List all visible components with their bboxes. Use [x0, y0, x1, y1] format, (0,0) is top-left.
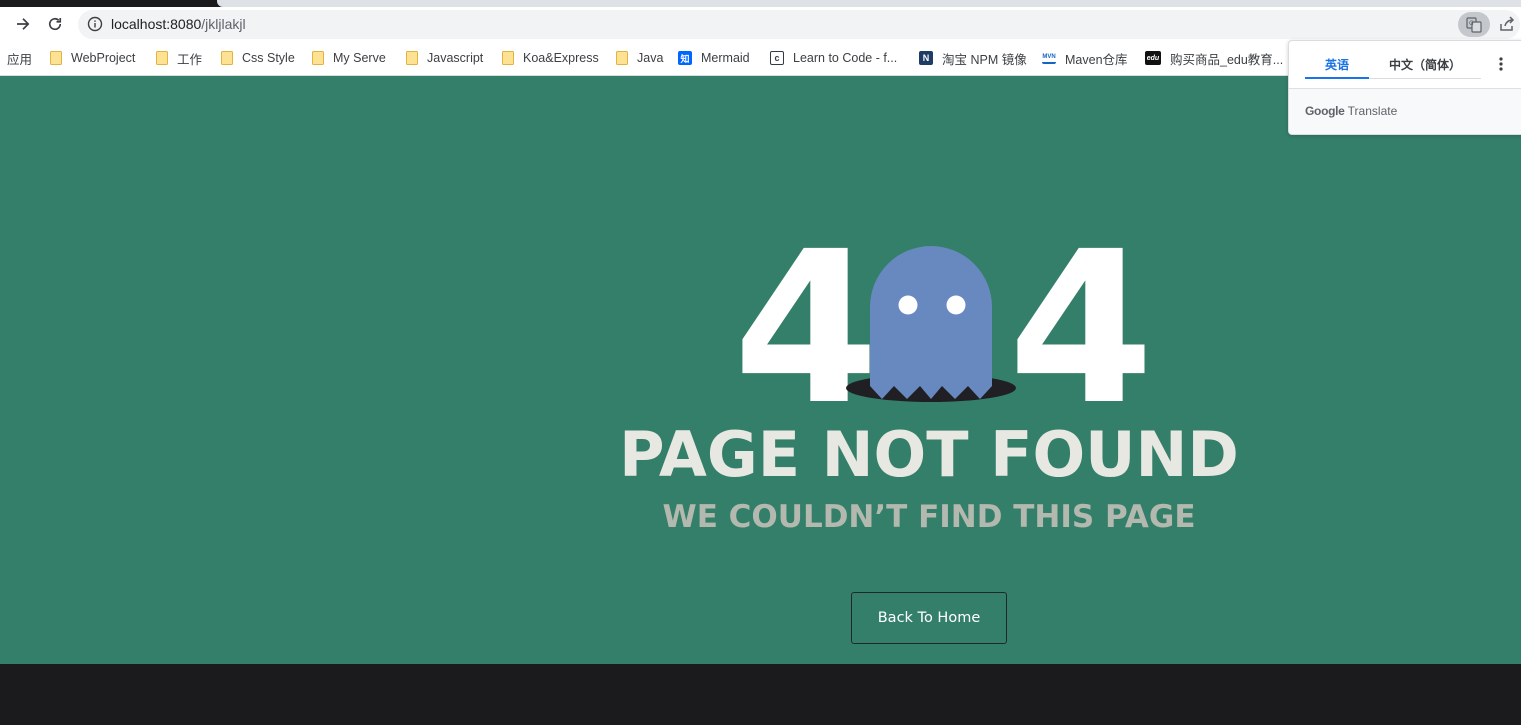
bookmark-css-style[interactable]: Css Style — [221, 49, 295, 67]
active-tab-indicator — [1305, 77, 1369, 79]
digit-four-left: 4 — [733, 206, 880, 451]
url-host: localhost:8080 — [111, 16, 202, 32]
digit-four-right: 4 — [1008, 206, 1155, 451]
reload-button[interactable] — [41, 10, 69, 38]
tab-target-language[interactable]: 中文（简体） — [1389, 56, 1461, 73]
bookmark-label: Javascript — [427, 51, 484, 65]
bookmark-label: WebProject — [71, 51, 136, 65]
folder-icon — [502, 51, 514, 65]
bookmark-npm-mirror[interactable]: N 淘宝 NPM 镜像 — [919, 49, 1027, 67]
freecodecamp-icon: c — [770, 51, 784, 65]
share-icon[interactable] — [1498, 15, 1516, 33]
url-text[interactable]: localhost:8080/jkljlakjl — [111, 16, 246, 32]
tab-strip — [217, 0, 1521, 7]
bookmark-koa-express[interactable]: Koa&Express — [502, 49, 599, 67]
svg-text:G: G — [1469, 20, 1474, 27]
bookmark-edu[interactable]: edu 购买商品_edu教育... — [1145, 49, 1283, 67]
bookmark-work[interactable]: 工作 — [156, 49, 202, 67]
ghost-icon — [870, 246, 992, 399]
address-bar[interactable]: localhost:8080/jkljlakjl G — [78, 10, 1520, 39]
folder-icon — [312, 51, 324, 65]
bookmark-freecodecamp[interactable]: c Learn to Code - f... — [770, 49, 897, 67]
folder-icon — [50, 51, 62, 65]
folder-icon — [616, 51, 628, 65]
bookmark-maven[interactable]: MVN Maven仓库 — [1042, 49, 1128, 67]
reload-icon — [48, 17, 62, 31]
folder-icon — [406, 51, 418, 65]
page-not-found-title: PAGE NOT FOUND — [619, 418, 1239, 491]
back-to-home-button[interactable]: Back To Home — [851, 592, 1007, 644]
bookmark-label: 应用 — [7, 52, 33, 67]
info-icon[interactable] — [87, 16, 103, 32]
google-translate-brand: Google Translate — [1305, 104, 1397, 118]
url-path: /jkljlakjl — [201, 16, 246, 32]
more-vert-icon[interactable] — [1499, 57, 1503, 71]
translate-popup: 英语 中文（简体） Google Translate — [1288, 40, 1521, 135]
bookmark-label: 购买商品_edu教育... — [1170, 52, 1284, 67]
browser-toolbar: localhost:8080/jkljlakjl G — [0, 7, 1521, 41]
zhihu-icon: 知 — [678, 51, 692, 65]
translate-icon: G — [1466, 16, 1482, 33]
tab-divider — [1369, 78, 1481, 79]
edu-icon: edu — [1145, 51, 1161, 65]
bookmark-label: 工作 — [177, 52, 203, 67]
translate-brand-text: Translate — [1347, 104, 1398, 118]
npm-mirror-icon: N — [919, 51, 933, 65]
error-page: 4 4 PAGE NOT FOUND WE COULDN’T FIND THIS… — [0, 76, 1521, 664]
maven-icon: MVN — [1042, 52, 1056, 64]
folder-icon — [156, 51, 168, 65]
bookmark-label: Koa&Express — [523, 51, 599, 65]
bookmark-webproject[interactable]: WebProject — [50, 49, 135, 67]
bookmark-my-serve[interactable]: My Serve — [312, 49, 386, 67]
translate-popup-header: 英语 中文（简体） — [1289, 41, 1521, 89]
bookmark-label: Maven仓库 — [1065, 52, 1128, 67]
bookmark-label: 淘宝 NPM 镜像 — [942, 52, 1027, 67]
arrow-right-icon — [17, 18, 30, 30]
folder-icon — [221, 51, 233, 65]
google-logo-text: Google — [1305, 104, 1345, 118]
bookmark-javascript[interactable]: Javascript — [406, 49, 483, 67]
forward-button[interactable] — [9, 10, 37, 38]
bookmark-label: Java — [637, 51, 664, 65]
bookmark-label: Css Style — [242, 51, 295, 65]
translate-button[interactable]: G — [1458, 12, 1490, 37]
tab-source-language[interactable]: 英语 — [1325, 56, 1349, 73]
bookmark-label: Mermaid — [701, 51, 750, 65]
bookmark-java[interactable]: Java — [616, 49, 663, 67]
bookmark-label: Learn to Code - f... — [793, 51, 898, 65]
bookmark-label: My Serve — [333, 51, 386, 65]
page-footer — [0, 664, 1521, 725]
page-not-found-subtitle: WE COULDN’T FIND THIS PAGE — [662, 499, 1196, 535]
bookmark-mermaid[interactable]: 知 Mermaid — [678, 49, 750, 67]
bookmark-apps[interactable]: 应用 — [7, 49, 32, 67]
